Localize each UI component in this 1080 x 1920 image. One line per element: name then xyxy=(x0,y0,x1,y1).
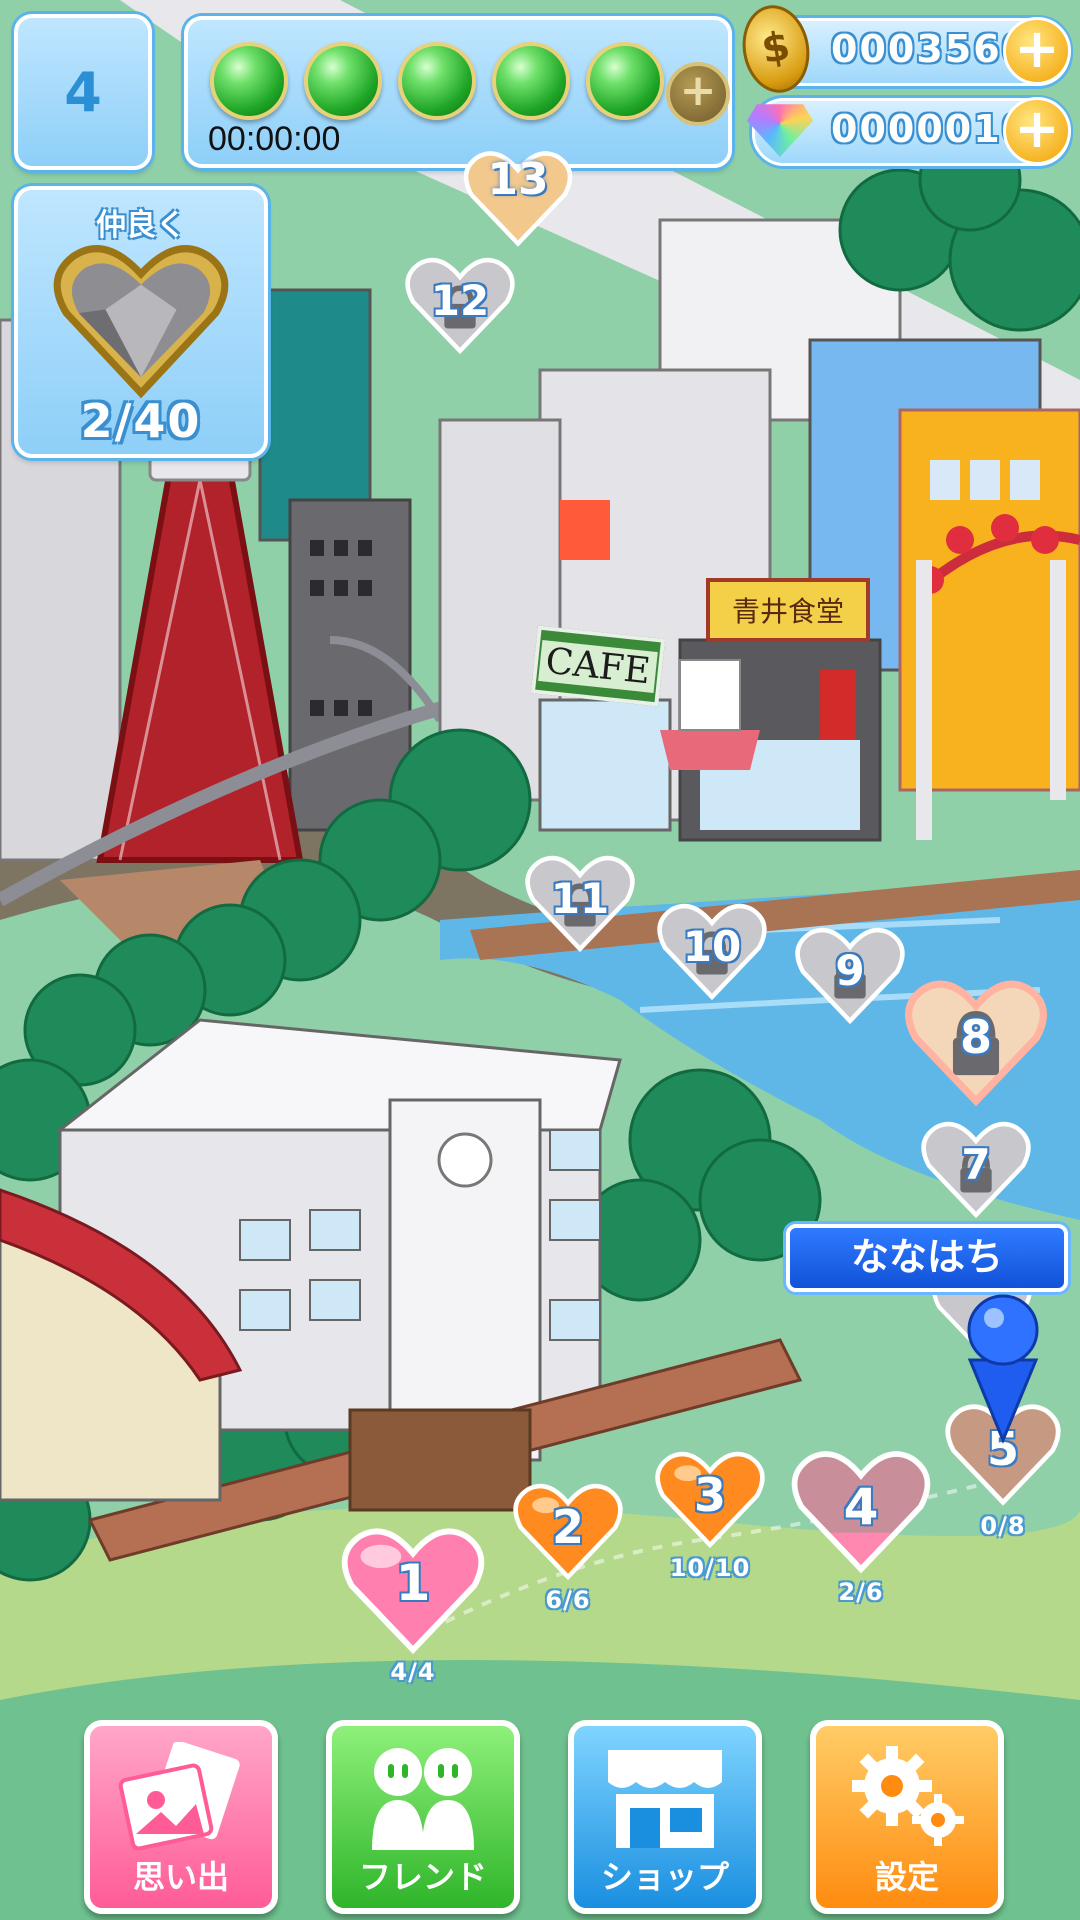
friendship-count: 2/40 xyxy=(80,394,202,448)
stage-number: 9 xyxy=(835,946,865,995)
player-name-tag: ななはち xyxy=(786,1224,1068,1292)
stage-number: 10 xyxy=(682,922,742,971)
stamina-panel: + 00:00:00 xyxy=(184,16,732,168)
friends-button[interactable]: フレンド xyxy=(326,1720,520,1914)
stage-2-cleared[interactable]: 2 6/6 xyxy=(512,1480,624,1614)
stage-progress: 10/10 xyxy=(669,1554,751,1582)
stamina-orb xyxy=(492,42,570,120)
stage-3-cleared[interactable]: 3 10/10 xyxy=(654,1448,766,1582)
heart-gem-icon xyxy=(53,245,229,399)
stage-number: 3 xyxy=(693,1468,726,1522)
buy-gems-button[interactable]: + xyxy=(1003,97,1071,165)
friendship-panel[interactable]: 仲良く 2/40 xyxy=(14,186,268,458)
player-level: 4 xyxy=(64,60,102,124)
coin-amount: 0003560 xyxy=(831,27,1031,71)
stage-12-locked[interactable]: 12 xyxy=(404,254,516,356)
stage-13-locked[interactable]: 13 xyxy=(448,148,588,248)
stage-number: 8 xyxy=(959,1010,992,1064)
stage-11-locked[interactable]: 11 xyxy=(524,852,636,954)
storefront-icon xyxy=(608,1750,722,1848)
stage-4-partial[interactable]: 4 2/6 xyxy=(790,1446,932,1606)
stage-number: 4 xyxy=(843,1478,879,1536)
stage-number: 13 xyxy=(487,154,549,205)
stage-progress: 6/6 xyxy=(545,1586,591,1614)
stamina-orb xyxy=(210,42,288,120)
settings-label: 設定 xyxy=(874,1858,939,1896)
coin-counter: $ 0003560 + xyxy=(735,0,1071,99)
stamina-orb xyxy=(304,42,382,120)
stamina-orb xyxy=(398,42,476,120)
buy-coins-button[interactable]: + xyxy=(1003,17,1071,85)
stage-progress: 4/4 xyxy=(390,1658,436,1686)
add-stamina-button[interactable]: + xyxy=(666,62,730,126)
cafe-sign: CAFE xyxy=(530,625,666,707)
stage-number: 12 xyxy=(430,276,490,325)
gem-amount: 0000010 xyxy=(831,107,1031,151)
memories-button[interactable]: 思い出 xyxy=(84,1720,278,1914)
gear-icon xyxy=(852,1746,964,1846)
restaurant-sign-text: 青井食堂 xyxy=(731,595,844,628)
stage-progress: 0/8 xyxy=(980,1512,1026,1540)
stage-1-cleared[interactable]: 1 4/4 xyxy=(340,1524,486,1686)
stage-number: 11 xyxy=(550,874,610,923)
cafe-sign-text: CAFE xyxy=(537,639,659,693)
stage-number: 7 xyxy=(961,1140,991,1189)
stage-10-locked[interactable]: 10 xyxy=(656,900,768,1002)
player-level-badge: 4 xyxy=(14,14,152,170)
stage-progress: 2/6 xyxy=(838,1578,884,1606)
stage-number: 1 xyxy=(395,1554,431,1612)
friends-label: フレンド xyxy=(358,1858,487,1896)
settings-button[interactable]: 設定 xyxy=(810,1720,1004,1914)
stamina-orb xyxy=(586,42,664,120)
shop-button[interactable]: ショップ xyxy=(568,1720,762,1914)
player-location-pin-icon xyxy=(967,1294,1039,1444)
shop-label: ショップ xyxy=(600,1858,729,1896)
stamina-timer: 00:00:00 xyxy=(208,120,341,158)
stage-8-locked[interactable]: 8 xyxy=(904,976,1048,1108)
memories-label: 思い出 xyxy=(132,1858,229,1896)
friends-icon xyxy=(372,1748,474,1850)
stage-7-locked[interactable]: 7 xyxy=(920,1118,1032,1220)
stage-number: 2 xyxy=(551,1500,584,1554)
restaurant-sign: 青井食堂 xyxy=(706,578,870,642)
friendship-label: 仲良く xyxy=(96,208,186,243)
album-icon xyxy=(118,1742,240,1851)
gem-counter: 0000010 + xyxy=(747,97,1071,166)
stage-9-locked[interactable]: 9 xyxy=(794,924,906,1026)
